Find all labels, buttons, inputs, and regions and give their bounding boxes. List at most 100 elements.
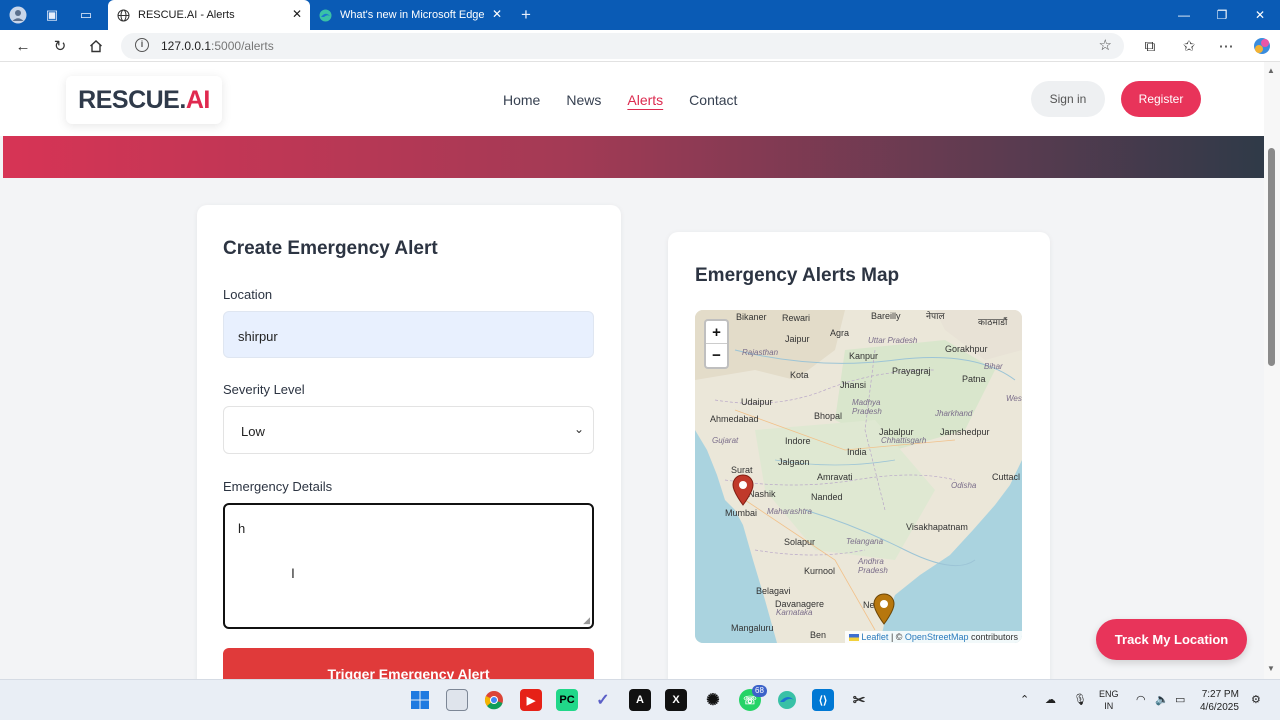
- task-view-icon[interactable]: [446, 689, 468, 711]
- nav-news[interactable]: News: [566, 92, 601, 108]
- address-bar[interactable]: i 127.0.0.1:5000/alerts ☆: [121, 33, 1124, 59]
- alerts-map-card: Emergency Alerts Map Bikaner Rewari Bare…: [668, 232, 1050, 679]
- chatgpt-icon[interactable]: ✺: [702, 689, 724, 711]
- create-alert-card: Create Emergency Alert Location shirpur …: [197, 205, 621, 679]
- severity-select[interactable]: Low ⌄: [223, 406, 594, 454]
- copilot-icon[interactable]: [1251, 36, 1273, 56]
- scroll-down-icon[interactable]: ▼: [1267, 664, 1275, 673]
- tab-rescue-alerts[interactable]: RESCUE.AI - Alerts ✕: [108, 0, 310, 30]
- chevron-down-icon: ⌄: [573, 422, 584, 436]
- leaflet-link[interactable]: Leaflet: [861, 632, 888, 642]
- extensions-icon[interactable]: ⧉: [1139, 36, 1161, 56]
- vscode-icon[interactable]: ⟨⟩: [812, 689, 834, 711]
- emergency-details-textarea[interactable]: h ◢: [223, 503, 594, 629]
- back-icon[interactable]: ←: [12, 36, 34, 56]
- site-logo[interactable]: RESCUE. AI: [66, 76, 222, 124]
- zoom-in-button[interactable]: +: [706, 321, 727, 344]
- tab-title: What's new in Microsoft Edge: [340, 9, 485, 21]
- register-button[interactable]: Register: [1121, 81, 1201, 117]
- site-info-icon[interactable]: i: [135, 38, 149, 52]
- more-menu-icon[interactable]: ⋯: [1215, 36, 1237, 56]
- system-clock[interactable]: 7:27 PM 4/6/2025: [1200, 688, 1239, 714]
- track-location-button[interactable]: Track My Location: [1096, 619, 1247, 660]
- snipping-tool-icon[interactable]: ✂: [848, 689, 870, 711]
- map-title: Emergency Alerts Map: [695, 265, 900, 286]
- map-region-label: Andhra Pradesh: [858, 557, 888, 575]
- alert-marker-red[interactable]: [732, 474, 754, 506]
- windows-start-icon[interactable]: [409, 689, 431, 711]
- map-city-label: Jhansi: [840, 380, 867, 390]
- map-region-label: Madhya Pradesh: [852, 398, 882, 416]
- osm-link[interactable]: OpenStreetMap: [905, 632, 969, 642]
- browser-toolbar: ← ↻ i 127.0.0.1:5000/alerts ☆ ⧉ ✩ ⋯: [0, 30, 1280, 62]
- zoom-out-button[interactable]: −: [706, 344, 727, 367]
- edge-icon: [318, 8, 332, 22]
- map-city-label: Ben: [810, 630, 827, 640]
- pycharm-icon[interactable]: PC: [556, 689, 578, 711]
- nav-contact[interactable]: Contact: [689, 92, 737, 108]
- workspaces-icon[interactable]: ▣: [42, 5, 62, 25]
- chrome-icon[interactable]: [483, 689, 505, 711]
- edge-taskbar-icon[interactable]: [776, 689, 798, 711]
- new-tab-icon[interactable]: +: [516, 5, 536, 25]
- site-header: RESCUE. AI Home News Alerts Contact Sign …: [0, 62, 1264, 136]
- refresh-icon[interactable]: ↻: [49, 36, 71, 56]
- windows-taskbar: ▶ PC ✓ A X ✺ ☏ 68 ⟨⟩ ✂ ⌃ ☁ 🎙 ENG IN ◠ 🔈 …: [0, 679, 1280, 720]
- page-scrollbar[interactable]: ▲ ▼: [1264, 62, 1280, 679]
- language-indicator[interactable]: ENG IN: [1099, 688, 1119, 712]
- map-city-label: Agra: [830, 328, 850, 338]
- scroll-up-icon[interactable]: ▲: [1267, 66, 1275, 75]
- map-city-label: Kota: [790, 370, 809, 380]
- map-city-label: India: [847, 447, 867, 457]
- map-region-label: Rajasthan: [742, 348, 779, 357]
- tab-whats-new-edge[interactable]: What's new in Microsoft Edge ✕: [310, 0, 510, 30]
- alerts-map[interactable]: Bikaner Rewari Bareilly नेपाल काठमाडौं J…: [695, 310, 1022, 643]
- youtube-icon[interactable]: ▶: [520, 689, 542, 711]
- page-viewport: RESCUE. AI Home News Alerts Contact Sign …: [0, 62, 1264, 679]
- settings-gear-icon[interactable]: ⚙: [1251, 693, 1261, 706]
- tray-overflow-icon[interactable]: ⌃: [1020, 693, 1029, 706]
- scroll-thumb[interactable]: [1268, 148, 1275, 366]
- favorites-icon[interactable]: ✩: [1178, 36, 1200, 56]
- home-icon[interactable]: [85, 36, 107, 56]
- minimize-icon[interactable]: —: [1171, 5, 1197, 25]
- map-city-label: Jamshedpur: [940, 427, 990, 437]
- resize-handle-icon[interactable]: ◢: [583, 615, 590, 626]
- battery-icon[interactable]: ▭: [1175, 693, 1185, 706]
- map-city-label: Jalgaon: [778, 457, 810, 467]
- severity-label: Severity Level: [223, 382, 305, 397]
- microphone-icon[interactable]: 🎙: [1073, 693, 1087, 706]
- onedrive-icon[interactable]: ☁: [1045, 693, 1056, 706]
- map-region-label: Jharkhand: [935, 409, 973, 418]
- location-input[interactable]: shirpur: [223, 311, 594, 358]
- url-text: 127.0.0.1:5000/alerts: [161, 39, 274, 53]
- map-city-label: नेपाल: [926, 311, 945, 321]
- alert-marker-orange[interactable]: [873, 593, 895, 625]
- restore-icon[interactable]: ❐: [1209, 5, 1235, 25]
- text-cursor-icon: I: [291, 565, 295, 581]
- details-text: h: [238, 521, 246, 536]
- map-city-label: Solapur: [784, 537, 816, 547]
- favorite-star-icon[interactable]: ☆: [1099, 36, 1112, 54]
- nav-home[interactable]: Home: [503, 92, 540, 108]
- wifi-icon[interactable]: ◠: [1136, 693, 1146, 706]
- x-app-icon[interactable]: X: [665, 689, 687, 711]
- close-window-icon[interactable]: ✕: [1247, 5, 1273, 25]
- volume-icon[interactable]: 🔈: [1155, 693, 1169, 706]
- map-city-label: Ahmedabad: [710, 414, 759, 424]
- close-tab-icon[interactable]: ✕: [292, 7, 302, 21]
- map-city-label: Bareilly: [871, 311, 901, 321]
- map-city-label: Rewari: [782, 313, 811, 323]
- profile-icon[interactable]: [8, 5, 28, 25]
- trigger-alert-button[interactable]: Trigger Emergency Alert: [223, 648, 594, 679]
- sign-in-button[interactable]: Sign in: [1031, 81, 1105, 117]
- map-city-label: Gorakhpur: [945, 344, 988, 354]
- close-tab-icon[interactable]: ✕: [492, 7, 502, 21]
- map-city-label: Nanded: [811, 492, 843, 502]
- app-a-icon[interactable]: A: [629, 689, 651, 711]
- tab-actions-icon[interactable]: ▭: [76, 5, 96, 25]
- map-city-label: Visakhapatnam: [906, 522, 968, 532]
- ukraine-flag-icon: [848, 634, 859, 642]
- nav-alerts[interactable]: Alerts: [627, 92, 663, 108]
- copilot-app-icon[interactable]: ✓: [592, 689, 614, 711]
